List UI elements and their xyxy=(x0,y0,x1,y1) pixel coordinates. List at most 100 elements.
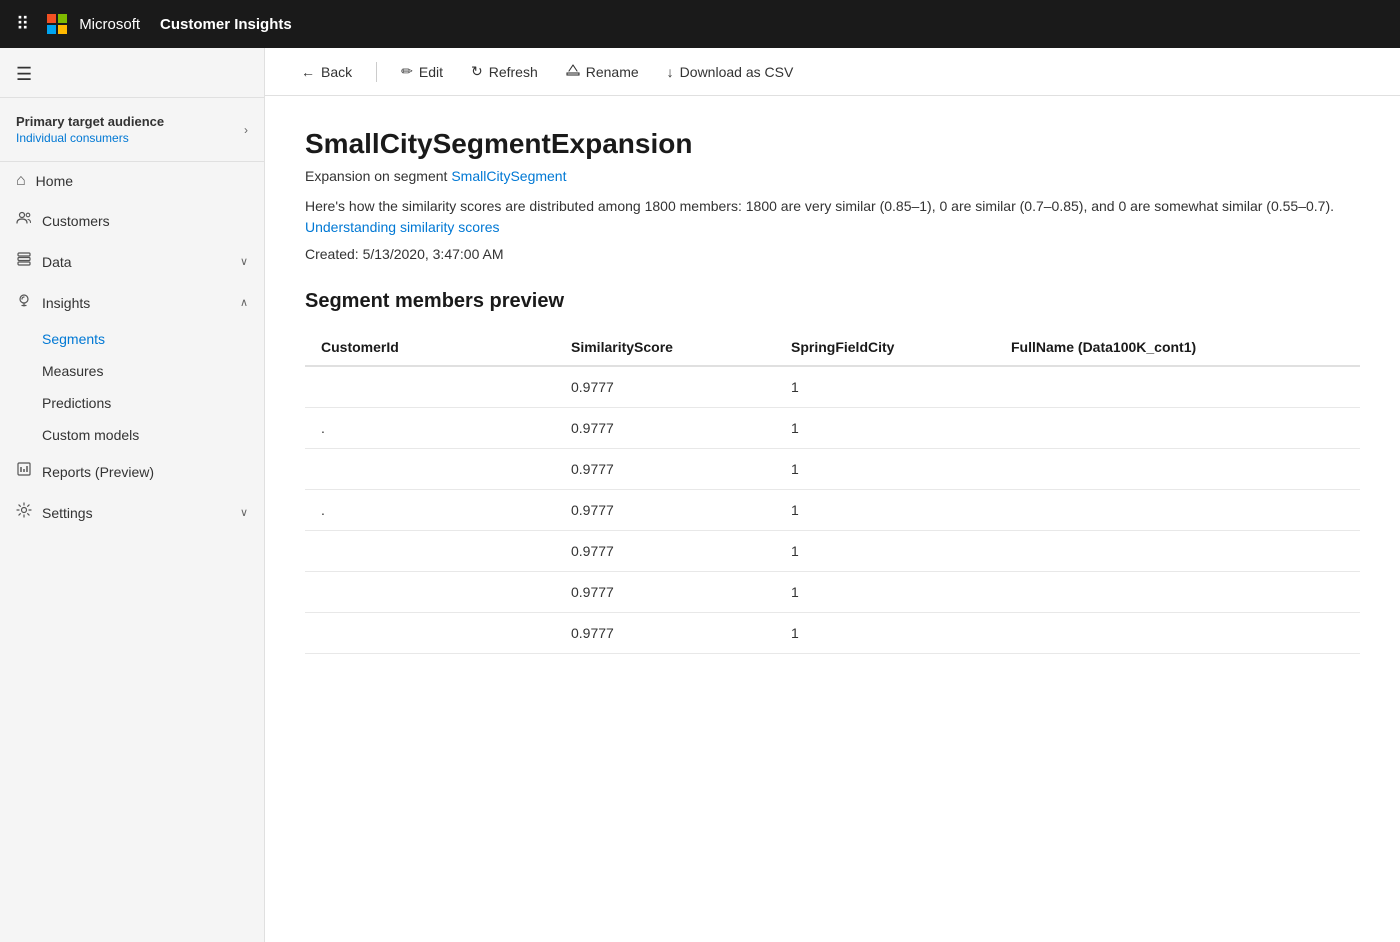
sidebar-item-predictions-label: Predictions xyxy=(42,395,111,411)
download-icon: ↓ xyxy=(667,64,674,80)
sidebar-item-settings[interactable]: Settings ∨ xyxy=(0,492,264,533)
cell-fullname xyxy=(995,490,1360,531)
sidebar: ☰ Primary target audience Individual con… xyxy=(0,48,265,942)
cell-similarity: 0.9777 xyxy=(555,490,775,531)
sidebar-item-segments[interactable]: Segments xyxy=(0,323,264,355)
settings-chevron-icon: ∨ xyxy=(240,506,248,519)
cell-springfield: 1 xyxy=(775,613,995,654)
hamburger-icon[interactable]: ☰ xyxy=(16,64,32,85)
cell-springfield: 1 xyxy=(775,531,995,572)
settings-icon xyxy=(16,502,32,523)
audience-chevron-icon: › xyxy=(244,123,248,137)
cell-fullname xyxy=(995,531,1360,572)
sidebar-item-data[interactable]: Data ∨ xyxy=(0,241,264,282)
app-title: Customer Insights xyxy=(160,16,292,33)
cell-springfield: 1 xyxy=(775,366,995,408)
sidebar-item-predictions[interactable]: Predictions xyxy=(0,387,264,419)
sidebar-item-customers[interactable]: Customers xyxy=(0,200,264,241)
sidebar-nav: ⌂ Home Customers xyxy=(0,162,264,533)
col-header-fullname: FullName (Data100K_cont1) xyxy=(995,329,1360,366)
sidebar-item-customers-label: Customers xyxy=(42,213,110,229)
table-row: 0.9777 1 xyxy=(305,613,1360,654)
rename-label: Rename xyxy=(586,64,639,80)
segment-subtitle: Expansion on segment SmallCitySegment xyxy=(305,168,1360,184)
cell-similarity: 0.9777 xyxy=(555,449,775,490)
cell-customerid xyxy=(305,366,555,408)
toolbar: ← Back ✏ Edit ↻ Refresh Rename xyxy=(265,48,1400,96)
microsoft-text: Microsoft xyxy=(79,16,140,33)
microsoft-logo xyxy=(47,14,67,34)
cell-springfield: 1 xyxy=(775,490,995,531)
sidebar-item-measures[interactable]: Measures xyxy=(0,355,264,387)
rename-button[interactable]: Rename xyxy=(554,57,651,86)
segment-subtitle-prefix: Expansion on segment xyxy=(305,168,451,184)
sidebar-header: ☰ xyxy=(0,48,264,98)
edit-label: Edit xyxy=(419,64,443,80)
cell-similarity: 0.9777 xyxy=(555,366,775,408)
cell-similarity: 0.9777 xyxy=(555,408,775,449)
sidebar-item-reports[interactable]: Reports (Preview) xyxy=(0,451,264,492)
sidebar-item-settings-label: Settings xyxy=(42,505,93,521)
segment-subtitle-link[interactable]: SmallCitySegment xyxy=(451,168,566,184)
segment-title: SmallCitySegmentExpansion xyxy=(305,128,1360,160)
preview-title: Segment members preview xyxy=(305,290,1360,313)
cell-similarity: 0.9777 xyxy=(555,613,775,654)
table-row: 0.9777 1 xyxy=(305,366,1360,408)
page-content: SmallCitySegmentExpansion Expansion on s… xyxy=(265,96,1400,942)
understanding-similarity-link[interactable]: Understanding similarity scores xyxy=(305,219,500,235)
cell-springfield: 1 xyxy=(775,408,995,449)
edit-icon: ✏ xyxy=(401,63,413,80)
cell-customerid xyxy=(305,613,555,654)
download-button[interactable]: ↓ Download as CSV xyxy=(655,58,806,86)
sidebar-item-segments-label: Segments xyxy=(42,331,105,347)
main-layout: ☰ Primary target audience Individual con… xyxy=(0,48,1400,942)
rename-icon xyxy=(566,63,580,80)
toolbar-divider xyxy=(376,62,377,82)
table-row: . 0.9777 1 xyxy=(305,490,1360,531)
sidebar-item-measures-label: Measures xyxy=(42,363,103,379)
reports-icon xyxy=(16,461,32,482)
cell-fullname xyxy=(995,449,1360,490)
cell-similarity: 0.9777 xyxy=(555,531,775,572)
data-icon xyxy=(16,251,32,272)
cell-customerid xyxy=(305,449,555,490)
sidebar-item-home[interactable]: ⌂ Home xyxy=(0,162,264,200)
segment-members-table: CustomerId SimilarityScore SpringFieldCi… xyxy=(305,329,1360,654)
sidebar-item-custom-models[interactable]: Custom models xyxy=(0,419,264,451)
refresh-label: Refresh xyxy=(489,64,538,80)
back-button[interactable]: ← Back xyxy=(289,58,364,86)
sidebar-item-insights-label: Insights xyxy=(42,295,90,311)
cell-fullname xyxy=(995,408,1360,449)
audience-section[interactable]: Primary target audience Individual consu… xyxy=(0,98,264,162)
apps-icon[interactable]: ⠿ xyxy=(16,14,31,35)
col-header-customerid: CustomerId xyxy=(305,329,555,366)
segment-description: Here's how the similarity scores are dis… xyxy=(305,196,1360,238)
back-label: Back xyxy=(321,64,352,80)
insights-chevron-icon: ∧ xyxy=(240,296,248,309)
cell-fullname xyxy=(995,572,1360,613)
edit-button[interactable]: ✏ Edit xyxy=(389,57,455,86)
cell-fullname xyxy=(995,613,1360,654)
col-header-springfield: SpringFieldCity xyxy=(775,329,995,366)
data-chevron-icon: ∨ xyxy=(240,255,248,268)
cell-springfield: 1 xyxy=(775,449,995,490)
back-icon: ← xyxy=(301,64,315,80)
sidebar-item-home-label: Home xyxy=(36,173,73,189)
cell-springfield: 1 xyxy=(775,572,995,613)
audience-primary-label: Primary target audience xyxy=(16,114,164,129)
segment-created: Created: 5/13/2020, 3:47:00 AM xyxy=(305,246,1360,262)
content-area: ← Back ✏ Edit ↻ Refresh Rename xyxy=(265,48,1400,942)
refresh-button[interactable]: ↻ Refresh xyxy=(459,57,550,86)
cell-customerid: . xyxy=(305,408,555,449)
top-nav-bar: ⠿ Microsoft Customer Insights xyxy=(0,0,1400,48)
cell-customerid: . xyxy=(305,490,555,531)
cell-customerid xyxy=(305,531,555,572)
sidebar-item-custom-models-label: Custom models xyxy=(42,427,139,443)
customers-icon xyxy=(16,210,32,231)
audience-sub-label: Individual consumers xyxy=(16,131,164,145)
refresh-icon: ↻ xyxy=(471,63,483,80)
sidebar-item-reports-label: Reports (Preview) xyxy=(42,464,154,480)
sidebar-item-insights[interactable]: Insights ∧ xyxy=(0,282,264,323)
segment-description-text: Here's how the similarity scores are dis… xyxy=(305,198,1334,214)
insights-icon xyxy=(16,292,32,313)
